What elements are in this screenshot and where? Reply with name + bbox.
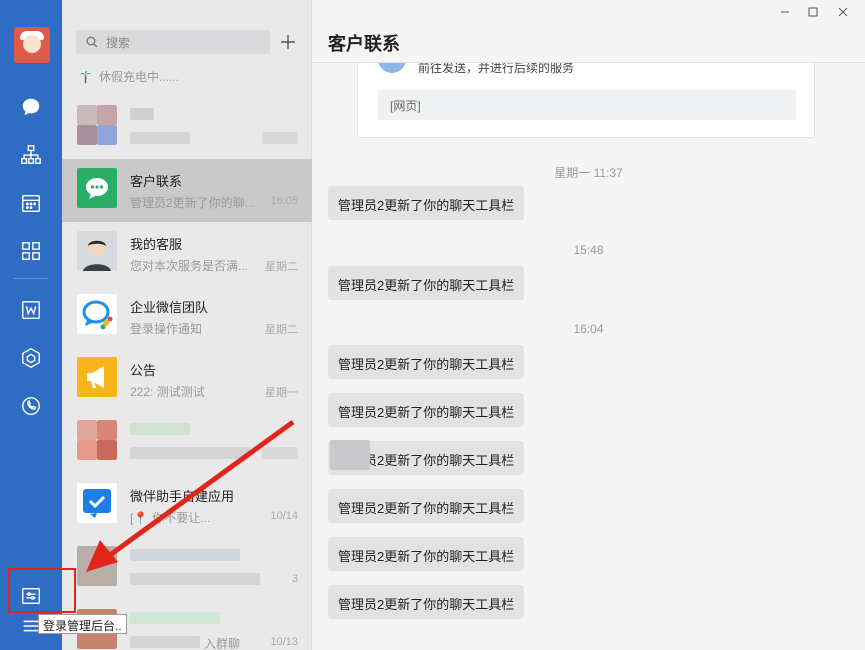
header-divider: [312, 62, 865, 63]
minimize-icon: [781, 11, 789, 13]
checkmark-app-icon: [77, 483, 117, 523]
search-icon: [86, 36, 98, 48]
conversation-preview: 222: 测试测试: [130, 385, 205, 399]
docs-icon[interactable]: [16, 295, 46, 325]
card-link[interactable]: [网页]: [378, 90, 796, 120]
list-item[interactable]: 公告 222: 测试测试 星期一: [62, 348, 312, 411]
list-item[interactable]: 3: [62, 537, 312, 600]
timestamp: 星期一 11:37: [554, 166, 623, 180]
list-item[interactable]: 企业微信团队 登录操作通知 星期二: [62, 285, 312, 348]
conversation-name: 客户联系: [130, 174, 183, 189]
conversation-preview: [📍 你不要让...: [130, 511, 211, 525]
megaphone-icon: [77, 357, 117, 397]
message-bubble[interactable]: 管理员2更新了你的聊天工具栏: [328, 537, 525, 571]
maximize-icon: [808, 7, 818, 17]
org-chart-icon[interactable]: [16, 140, 46, 170]
conversation-list: 搜索 休假充电中...... 客户联系 管理员2更新了你的聊... 16:05 …: [62, 0, 312, 650]
conversation-preview-text: 你不要让...: [152, 511, 211, 525]
status-text[interactable]: 休假充电中......: [78, 68, 179, 85]
admin-tooltip: 登录管理后台..: [38, 614, 127, 634]
list-item[interactable]: 微伴助手自建应用 [📍 你不要让... 10/14: [62, 474, 312, 537]
blurred-avatar: [77, 420, 117, 460]
conversation-preview: 您对本次服务是否满...: [130, 259, 249, 273]
list-item[interactable]: [62, 411, 312, 474]
blurred-avatar: [77, 546, 117, 586]
conversation-time: 星期二: [265, 324, 298, 336]
conversation-preview: 入群聊: [204, 637, 241, 650]
search-placeholder: 搜索: [106, 35, 131, 50]
message-bubble[interactable]: 管理员2更新了你的聊天工具栏: [328, 489, 525, 523]
blurred-overlay: [330, 440, 370, 470]
close-button[interactable]: [832, 3, 854, 21]
message-bubble[interactable]: 管理员2更新了你的聊天工具栏: [328, 345, 525, 379]
customer-service-avatar: [77, 231, 117, 271]
conversation-name: 企业微信团队: [130, 300, 209, 315]
chat-title: 客户联系: [328, 34, 400, 54]
timestamp: 15:48: [573, 243, 604, 257]
list-item[interactable]: 我的客服 您对本次服务是否满... 星期二: [62, 222, 312, 285]
list-item[interactable]: 客户联系 管理员2更新了你的聊... 16:05: [62, 159, 312, 222]
blurred-avatar: [77, 105, 117, 145]
palm-tree-icon: [79, 70, 92, 84]
close-icon: [838, 7, 848, 17]
phone-icon[interactable]: [16, 391, 46, 421]
highlight-box: [8, 568, 76, 613]
sidebar-rail: [0, 0, 62, 650]
maximize-button[interactable]: [802, 3, 824, 21]
conversation-time: 10/13: [270, 636, 298, 648]
conversation-preview: 登录操作通知: [130, 322, 203, 336]
conversation-name: 公告: [130, 363, 157, 378]
calendar-icon[interactable]: [16, 188, 46, 218]
conversation-name: 我的客服: [130, 237, 183, 252]
message-bubble[interactable]: 管理员2更新了你的聊天工具栏: [328, 186, 525, 220]
rail-divider: [14, 278, 48, 279]
plus-icon: [281, 35, 295, 49]
search-input[interactable]: 搜索: [76, 30, 270, 54]
message-bubble[interactable]: 管理员2更新了你的聊天工具栏: [328, 393, 525, 427]
chat-panel: 前往发送，并进行后续的服务 [网页] 客户联系 星期一 11:37 管理员2更新…: [312, 0, 865, 650]
status-label: 休假充电中......: [99, 70, 180, 84]
conversation-time: 10/14: [270, 510, 298, 522]
avatar[interactable]: [14, 27, 50, 63]
apps-grid-icon[interactable]: [16, 236, 46, 266]
chat-icon[interactable]: [16, 92, 46, 122]
message-bubble[interactable]: 管理员2更新了你的聊天工具栏: [328, 266, 525, 300]
conversation-time: 星期二: [265, 261, 298, 273]
add-button[interactable]: [277, 29, 299, 55]
minimize-button[interactable]: [774, 3, 796, 21]
conversation-time: 星期一: [265, 387, 298, 399]
wecom-team-icon: [77, 294, 117, 334]
conversation-name: 微伴助手自建应用: [130, 489, 235, 504]
conversation-preview: 管理员2更新了你的聊...: [130, 196, 255, 210]
list-item[interactable]: [62, 96, 312, 159]
message-bubble[interactable]: 管理员2更新了你的聊天工具栏: [328, 585, 525, 619]
conversation-time: 3: [291, 573, 298, 585]
wechat-contact-icon: [77, 168, 117, 208]
hexagon-app-icon[interactable]: [16, 343, 46, 373]
conversation-time: 16:05: [270, 195, 298, 207]
timestamp: 16:04: [573, 322, 604, 336]
